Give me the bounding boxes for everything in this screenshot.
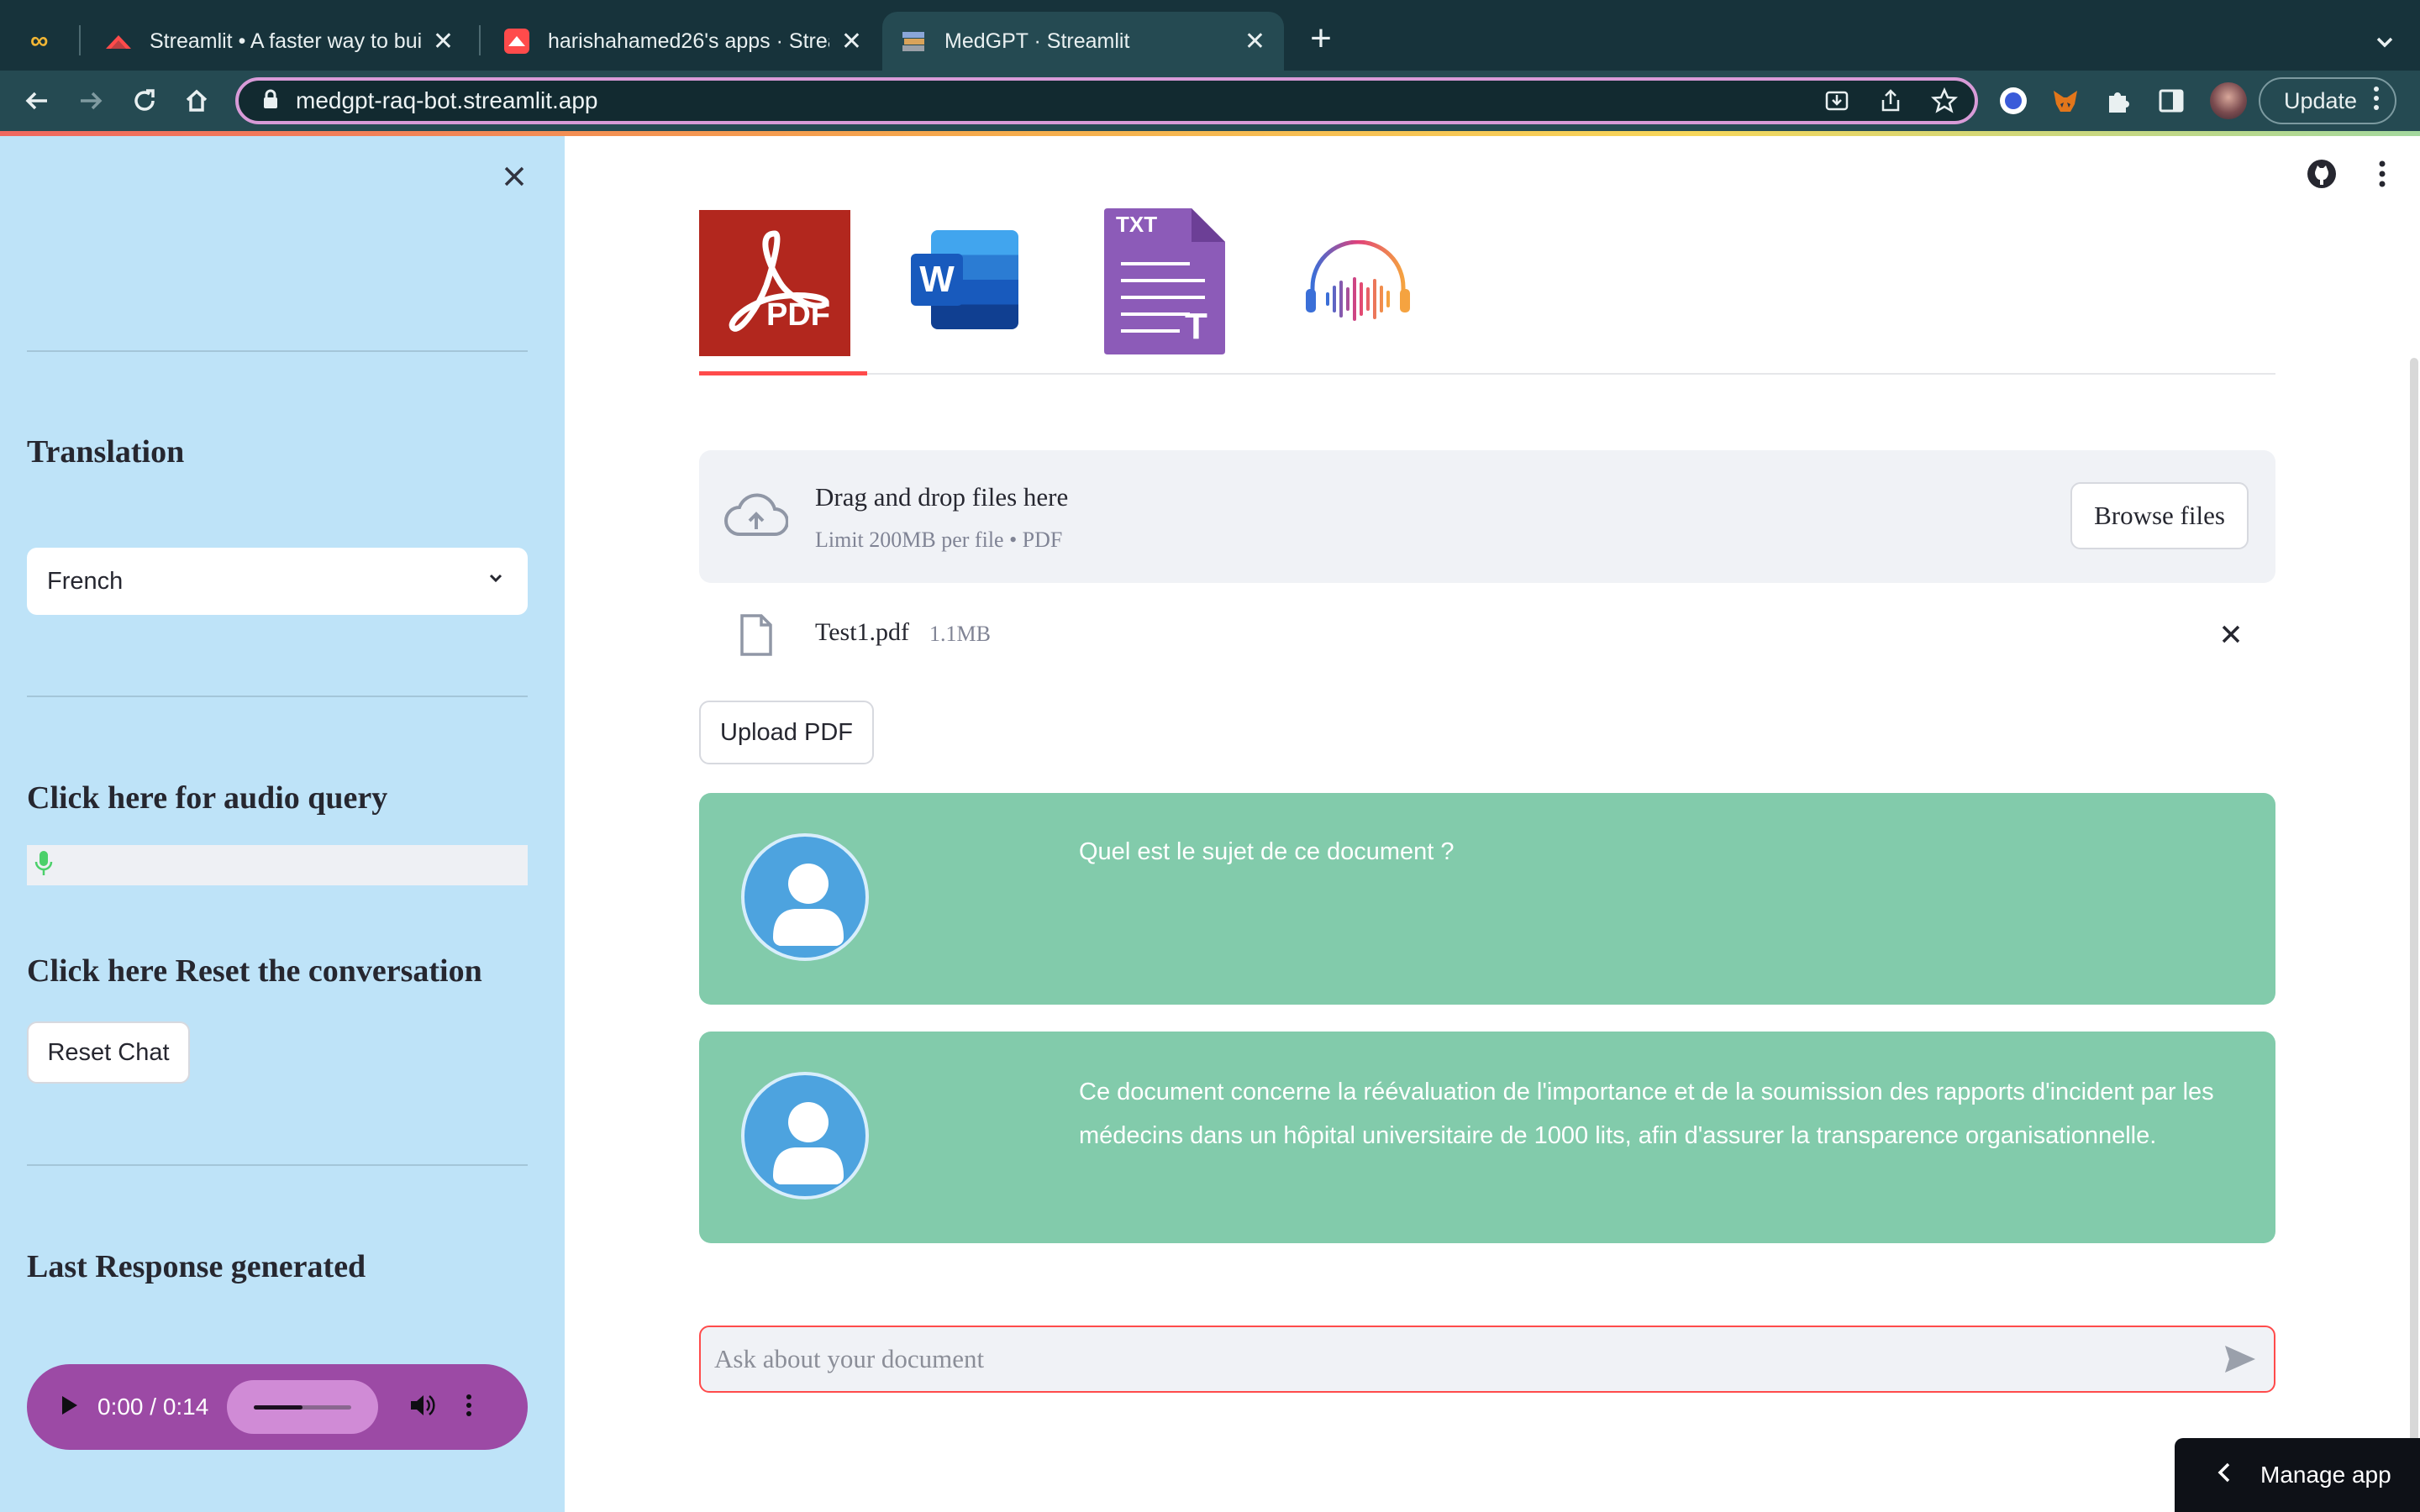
dropzone-title: Drag and drop files here xyxy=(815,482,1069,512)
sidebar xyxy=(0,136,565,1512)
file-uploader-dropzone[interactable]: Drag and drop files here Limit 200MB per… xyxy=(699,450,2275,583)
url-text: medgpt-raq-bot.streamlit.app xyxy=(296,87,598,113)
send-icon[interactable] xyxy=(2223,1344,2257,1378)
browse-files-button[interactable]: Browse files xyxy=(2070,482,2249,549)
chat-message-text: Quel est le sujet de ce document ? xyxy=(1079,838,1455,865)
tab-close-icon[interactable]: ✕ xyxy=(841,27,862,56)
progress-fill xyxy=(254,1405,303,1410)
language-selected-value: French xyxy=(47,567,124,595)
chat-input-container xyxy=(699,1326,2275,1393)
tab-separator xyxy=(479,25,481,55)
profile-avatar-icon[interactable] xyxy=(2210,82,2247,119)
sidebar-divider xyxy=(27,350,528,352)
manage-app-button[interactable]: Manage app xyxy=(2175,1438,2420,1512)
upload-pdf-button[interactable]: Upload PDF xyxy=(699,701,874,764)
extension-circle-icon[interactable] xyxy=(2000,87,2027,114)
translation-heading: Translation xyxy=(27,434,185,470)
file-size: 1.1MB xyxy=(929,622,991,646)
sidebar-divider xyxy=(27,696,528,697)
file-icon xyxy=(739,613,773,661)
tab-audio[interactable] xyxy=(1306,239,1410,323)
address-bar[interactable]: medgpt-raq-bot.streamlit.app xyxy=(235,77,1978,124)
tab-close-icon[interactable]: ✕ xyxy=(1244,27,1265,56)
tab-title: MedGPT · Streamlit xyxy=(944,29,1130,53)
install-app-icon[interactable] xyxy=(1822,86,1852,116)
last-response-heading: Last Response generated xyxy=(27,1249,366,1284)
streamlit-favicon-icon xyxy=(106,29,131,54)
sidebar-close-icon[interactable] xyxy=(497,160,531,193)
menu-dots-icon xyxy=(2373,86,2380,117)
side-panel-icon[interactable] xyxy=(2158,87,2185,114)
tab-separator xyxy=(79,25,81,55)
lock-icon xyxy=(262,89,279,113)
browser-tab-apps[interactable]: harishahamed26's apps · Strea ✕ xyxy=(486,12,881,71)
chevron-left-icon xyxy=(2217,1461,2232,1490)
sidebar-divider xyxy=(27,1164,528,1166)
tab-search-icon[interactable] xyxy=(2368,25,2402,59)
page-scrollbar[interactable] xyxy=(2410,358,2418,1512)
audio-progress-slider[interactable] xyxy=(227,1380,379,1434)
txt-label: TXT xyxy=(1116,212,1158,237)
audio-more-icon[interactable] xyxy=(466,1394,472,1421)
back-icon[interactable] xyxy=(17,81,57,121)
audio-player: 0:00 / 0:14 xyxy=(27,1364,528,1450)
chat-message-assistant: Ce document concerne la réévaluation de … xyxy=(699,1032,2275,1243)
github-icon[interactable] xyxy=(2306,158,2339,192)
audio-query-heading: Click here for audio query xyxy=(27,780,388,816)
chat-input[interactable] xyxy=(714,1327,2193,1391)
update-button[interactable]: Update xyxy=(2259,77,2396,124)
acrobat-pdf-icon xyxy=(729,230,829,332)
manage-app-label: Manage app xyxy=(2260,1462,2391,1488)
play-icon[interactable] xyxy=(59,1394,79,1421)
share-icon[interactable] xyxy=(1876,86,1906,116)
metamask-fox-icon[interactable] xyxy=(2050,86,2081,116)
audio-recorder-bar[interactable] xyxy=(27,845,528,885)
tab-txt[interactable]: TXT T xyxy=(1104,208,1225,354)
browser-tab-medgpt[interactable]: MedGPT · Streamlit ✕ xyxy=(882,12,1284,71)
user-avatar-icon xyxy=(741,833,869,961)
update-label: Update xyxy=(2284,87,2358,113)
reload-icon[interactable] xyxy=(124,81,165,121)
forward-icon[interactable] xyxy=(71,81,111,121)
tab-list-underline xyxy=(699,373,2275,375)
word-badge: W xyxy=(911,254,963,306)
assistant-avatar-icon xyxy=(741,1072,869,1200)
new-tab-button[interactable]: + xyxy=(1304,20,1338,57)
volume-icon[interactable] xyxy=(408,1392,437,1423)
chat-message-text: Ce document concerne la réévaluation de … xyxy=(1079,1079,2214,1149)
streamlit-favicon-icon xyxy=(504,29,529,54)
dropzone-limit: Limit 200MB per file • PDF xyxy=(815,528,1063,552)
reset-heading: Click here Reset the conversation xyxy=(27,953,482,989)
chat-message-user: Quel est le sujet de ce document ? xyxy=(699,793,2275,1005)
uploaded-file-row: Test1.pdf 1.1MB xyxy=(699,605,2275,664)
headphones-waveform-icon xyxy=(1306,239,1410,321)
browser-tab-streamlit[interactable]: Streamlit • A faster way to build ✕ xyxy=(87,12,472,71)
main-menu-icon[interactable] xyxy=(2378,160,2390,193)
file-name: Test1.pdf xyxy=(815,618,910,646)
tab-word[interactable]: W xyxy=(911,230,1018,329)
reset-chat-button[interactable]: Reset Chat xyxy=(27,1021,190,1084)
home-icon[interactable] xyxy=(176,81,217,121)
books-favicon-icon xyxy=(901,29,926,54)
chevron-down-icon xyxy=(484,566,508,596)
word-letter: W xyxy=(919,259,955,300)
active-tab-indicator xyxy=(699,371,867,375)
tab-close-icon[interactable]: ✕ xyxy=(433,27,454,56)
txt-t-letter: T xyxy=(1185,306,1207,347)
language-select[interactable]: French xyxy=(27,548,528,615)
tab-title: harishahamed26's apps · Strea xyxy=(548,29,829,53)
remove-file-icon[interactable] xyxy=(2217,620,2245,653)
pdf-label: PDF xyxy=(766,297,830,333)
extension-icon[interactable]: ∞ xyxy=(30,29,64,54)
extensions-puzzle-icon[interactable] xyxy=(2104,86,2134,116)
cloud-upload-icon xyxy=(724,492,789,543)
audio-time: 0:00 / 0:14 xyxy=(97,1394,209,1420)
tab-pdf[interactable]: PDF xyxy=(699,210,850,356)
microphone-icon[interactable] xyxy=(34,849,54,882)
tab-title: Streamlit • A faster way to build xyxy=(150,29,421,53)
bookmark-star-icon[interactable] xyxy=(1929,86,1960,116)
